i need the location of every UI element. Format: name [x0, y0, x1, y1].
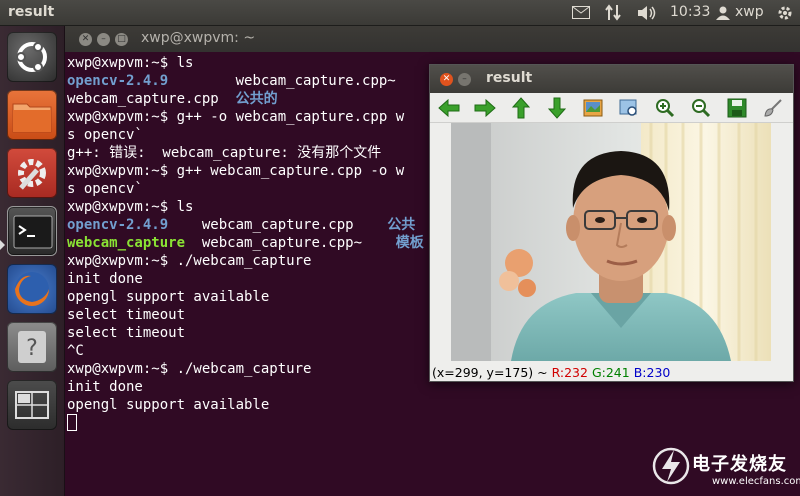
arrow-right-icon[interactable] — [472, 96, 498, 120]
terminal-text: xwp@xwpvm:~$ ls — [67, 55, 194, 71]
terminal-text: opengl support available — [67, 397, 270, 413]
mail-icon[interactable] — [572, 6, 590, 23]
terminal-text: 模板 — [395, 235, 424, 251]
terminal-text: xwp@xwpvm:~$ ls — [67, 199, 194, 215]
pixel-blue-value: B:230 — [633, 365, 671, 380]
terminal-text: xwp@xwpvm:~$ g++ -o webcam_capture.cpp w — [67, 109, 405, 125]
desktop: result 10:33 xwp ? ✕ – □ xwp@xwpvm: ~ xw… — [0, 0, 800, 496]
terminal-text: webcam_capture.cpp~ — [185, 235, 396, 251]
result-toolbar — [430, 93, 793, 123]
terminal-text: init done — [67, 271, 143, 287]
minimize-icon[interactable]: – — [458, 73, 471, 86]
close-icon[interactable]: ✕ — [440, 73, 453, 86]
arrow-down-icon[interactable] — [544, 96, 570, 120]
terminal-text: opengl support available — [67, 289, 270, 305]
webcam-frame-image[interactable] — [451, 123, 771, 361]
arrow-up-icon[interactable] — [508, 96, 534, 120]
terminal-text: s opencv` — [67, 181, 143, 197]
text-cursor — [67, 414, 77, 431]
terminal-text: ^C — [67, 343, 84, 359]
pixel-coords: (x=299, y=175) ~ — [432, 365, 552, 380]
terminal-text: 公共的 — [235, 91, 278, 107]
power-gear-icon[interactable] — [777, 5, 793, 25]
terminal-text: xwp@xwpvm:~$ ./webcam_capture — [67, 253, 312, 269]
user-name[interactable]: xwp — [735, 4, 764, 20]
properties-brush-icon[interactable] — [760, 96, 786, 120]
terminal-text: webcam_capture — [67, 235, 186, 251]
terminal-line: opengl support available — [67, 396, 797, 414]
ubuntu-dash-icon[interactable] — [7, 32, 57, 82]
active-app-title: result — [8, 4, 55, 20]
watermark: 电子发烧友 www.elecfans.com — [648, 440, 800, 494]
help-icon[interactable]: ? — [7, 322, 57, 372]
result-window[interactable]: ✕ – result (x=299, y=175) ~ R:232 G:241 … — [429, 64, 794, 382]
watermark-url: www.elecfans.com — [712, 476, 800, 487]
volume-icon[interactable] — [637, 5, 657, 25]
terminal-text: select timeout — [67, 325, 186, 341]
pixel-red-value: R:232 — [551, 365, 588, 380]
terminal-text: g++: 错误: webcam_capture: 没有那个文件 — [67, 145, 382, 161]
terminal-text: opencv-2.4.9 — [67, 73, 169, 89]
terminal-text: xwp@xwpvm:~$ ./webcam_capture — [67, 361, 312, 377]
zoom-out-icon[interactable] — [688, 96, 714, 120]
terminal-titlebar[interactable]: ✕ – □ xwp@xwpvm: ~ — [65, 26, 800, 52]
terminal-text: 公共 — [387, 217, 416, 233]
watermark-title: 电子发烧友 — [692, 454, 787, 475]
save-image-icon[interactable] — [580, 96, 606, 120]
system-settings-icon[interactable] — [7, 148, 57, 198]
launcher: ? — [0, 26, 65, 496]
zoom-in-icon[interactable] — [652, 96, 678, 120]
terminal-text: xwp@xwpvm:~$ g++ webcam_capture.cpp -o w — [67, 163, 405, 179]
save-icon[interactable] — [724, 96, 750, 120]
top-panel: result 10:33 xwp — [0, 0, 800, 26]
pixel-green-value: G:241 — [591, 365, 630, 380]
terminal-icon[interactable] — [7, 206, 57, 256]
terminal-text: init done — [67, 379, 143, 395]
terminal-text: s opencv` — [67, 127, 143, 143]
terminal-text: webcam_capture.cpp~ — [168, 73, 396, 89]
svg-text:?: ? — [26, 336, 38, 361]
clock[interactable]: 10:33 — [670, 4, 710, 20]
arrow-left-icon[interactable] — [436, 96, 462, 120]
terminal-text: opencv-2.4.9 — [67, 217, 169, 233]
terminal-title: xwp@xwpvm: ~ — [141, 30, 256, 46]
result-titlebar[interactable]: ✕ – result — [430, 65, 793, 93]
active-app-indicator — [0, 240, 5, 250]
minimize-icon[interactable]: – — [97, 33, 110, 46]
close-icon[interactable]: ✕ — [79, 33, 92, 46]
user-icon — [716, 6, 730, 24]
firefox-icon[interactable] — [7, 264, 57, 314]
elecfans-logo-icon — [652, 447, 690, 485]
terminal-text: webcam_capture.cpp — [168, 217, 388, 233]
pixel-status-bar: (x=299, y=175) ~ R:232 G:241 B:230 — [432, 364, 792, 382]
zoom-image-icon[interactable] — [616, 96, 642, 120]
terminal-text: webcam_capture.cpp — [67, 91, 236, 107]
maximize-icon[interactable]: □ — [115, 33, 128, 46]
result-title: result — [486, 70, 533, 86]
workspace-switcher-icon[interactable] — [7, 380, 57, 430]
terminal-prompt-line[interactable] — [67, 414, 797, 432]
terminal-text: select timeout — [67, 307, 186, 323]
files-folder-icon[interactable] — [7, 90, 57, 140]
network-arrows-icon[interactable] — [605, 4, 621, 25]
